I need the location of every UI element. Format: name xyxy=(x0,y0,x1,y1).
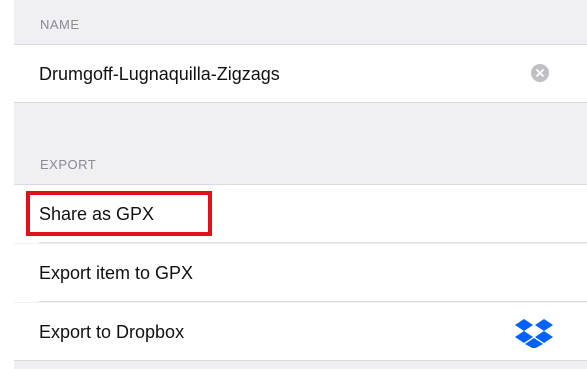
name-section-title: NAME xyxy=(40,17,80,32)
name-field[interactable]: Drumgoff-Lugnaquilla-Zigzags xyxy=(39,45,280,103)
export-item-to-gpx-label: Export item to GPX xyxy=(39,263,194,283)
highlight-annotation xyxy=(26,191,212,236)
share-as-gpx-row[interactable]: Share as GPX xyxy=(14,185,587,243)
dropbox-icon xyxy=(514,318,554,349)
divider xyxy=(39,242,587,243)
name-row[interactable]: Drumgoff-Lugnaquilla-Zigzags xyxy=(14,45,587,103)
divider xyxy=(14,360,587,361)
export-section-header: EXPORT xyxy=(14,140,587,185)
name-section-header: NAME xyxy=(14,0,587,45)
divider xyxy=(14,102,587,103)
clear-circle-icon[interactable] xyxy=(531,64,549,82)
divider xyxy=(39,301,587,302)
export-to-dropbox-row[interactable]: Export to Dropbox xyxy=(14,303,587,361)
export-section-title: EXPORT xyxy=(40,157,97,172)
settings-panel: NAME Drumgoff-Lugnaquilla-Zigzags EXPORT… xyxy=(14,0,587,369)
export-item-to-gpx-row[interactable]: Export item to GPX xyxy=(14,244,587,302)
export-to-dropbox-label: Export to Dropbox xyxy=(39,322,185,342)
